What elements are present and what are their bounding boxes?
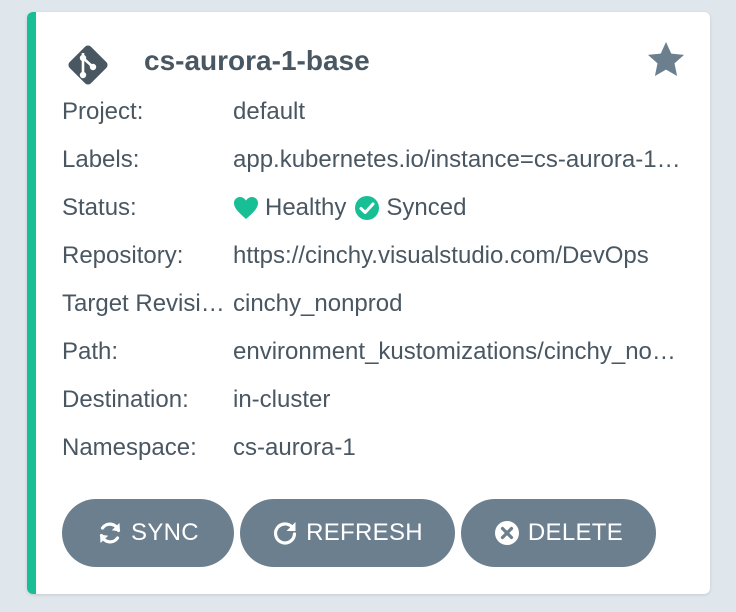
application-tile[interactable]: cs-aurora-1-base Project: default Labels…	[27, 12, 710, 594]
target-revision-label: Target Revision:	[62, 290, 233, 317]
refresh-button-label: REFRESH	[306, 519, 423, 546]
row-project: Project: default	[62, 88, 687, 136]
refresh-button[interactable]: REFRESH	[240, 499, 455, 567]
git-icon	[63, 40, 113, 90]
health-status-strip	[27, 12, 36, 594]
sync-button[interactable]: SYNC	[62, 499, 234, 567]
target-revision-value: cinchy_nonprod	[233, 290, 403, 317]
delete-button-label: DELETE	[527, 519, 624, 546]
status-label: Status:	[62, 194, 137, 221]
row-repository: Repository: https://cinchy.visualstudio.…	[62, 232, 687, 280]
status-value: Healthy Synced	[233, 194, 687, 222]
row-namespace: Namespace: cs-aurora-1	[62, 424, 687, 472]
repository-label: Repository:	[62, 242, 184, 269]
labels-value: app.kubernetes.io/instance=cs-aurora-1-b…	[233, 146, 687, 173]
check-circle-icon	[355, 196, 380, 220]
heart-icon	[234, 197, 258, 219]
namespace-value: cs-aurora-1	[233, 434, 356, 461]
destination-label: Destination:	[62, 386, 189, 413]
star-icon[interactable]	[645, 39, 687, 81]
sync-status-text: Synced	[386, 194, 467, 221]
row-path: Path: environment_kustomizations/cinchy_…	[62, 328, 687, 376]
times-circle-icon	[494, 521, 519, 545]
sync-icon	[99, 522, 121, 544]
application-details: Project: default Labels: app.kubernetes.…	[62, 88, 687, 472]
labels-label: Labels:	[62, 146, 140, 173]
project-value: default	[233, 98, 306, 125]
namespace-label: Namespace:	[62, 434, 197, 461]
row-labels: Labels: app.kubernetes.io/instance=cs-au…	[62, 136, 687, 184]
application-title[interactable]: cs-aurora-1-base	[144, 41, 370, 81]
path-label: Path:	[62, 338, 119, 365]
repository-value: https://cinchy.visualstudio.com/DevOps	[233, 242, 649, 269]
sync-button-label: SYNC	[131, 519, 199, 546]
action-buttons: SYNC REFRESH DELETE	[62, 499, 662, 567]
refresh-icon	[274, 522, 297, 545]
destination-value: in-cluster	[233, 386, 331, 413]
row-destination: Destination: in-cluster	[62, 376, 687, 424]
project-label: Project:	[62, 98, 144, 125]
row-status: Status: Healthy Synced	[62, 184, 687, 232]
row-target-revision: Target Revision: cinchy_nonprod	[62, 280, 687, 328]
delete-button[interactable]: DELETE	[461, 499, 656, 567]
path-value: environment_kustomizations/cinchy_nonpro…	[233, 338, 687, 365]
health-status-text: Healthy	[265, 194, 347, 221]
